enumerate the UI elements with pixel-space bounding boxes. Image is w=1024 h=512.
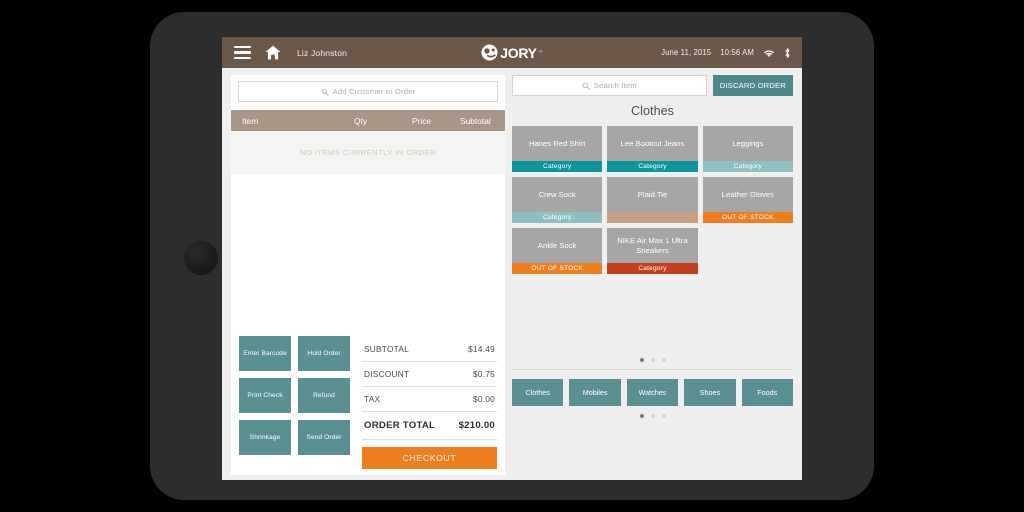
order-action-buttons: Enter BarcodeHold OrderPrint CheckRefund… xyxy=(239,336,350,469)
bluetooth-icon[interactable] xyxy=(784,47,791,59)
search-item-placeholder: Search Item xyxy=(594,81,637,90)
pagination-dot[interactable] xyxy=(640,358,644,362)
checkout-button[interactable]: CHECKOUT xyxy=(362,447,497,469)
category-tab[interactable]: Clothes xyxy=(512,379,563,406)
user-name: Liz Johnston xyxy=(297,48,347,58)
category-pagination xyxy=(512,414,793,418)
discard-order-button[interactable]: DISCARD ORDER xyxy=(713,75,793,96)
product-tile[interactable]: Lee Bootcut JeansCategory xyxy=(607,126,697,172)
total-label: TAX xyxy=(364,394,380,404)
product-pagination xyxy=(512,358,793,362)
catalog-panel: Search Item DISCARD ORDER Clothes Hanes … xyxy=(512,75,793,475)
product-tile[interactable]: Crew SockCategory xyxy=(512,177,602,223)
order-total-row: ORDER TOTAL $210.00 xyxy=(362,412,497,440)
catalog-toolbar: Search Item DISCARD ORDER xyxy=(512,75,793,96)
order-items-list xyxy=(231,174,505,282)
app-content: Add Customer to Order Item Qty Price Sub… xyxy=(222,68,802,480)
pagination-dot[interactable] xyxy=(662,358,666,362)
pagination-dot[interactable] xyxy=(651,358,655,362)
pagination-dot[interactable] xyxy=(662,414,666,418)
product-tile[interactable]: Hanes Red ShirtCategory xyxy=(512,126,602,172)
total-label: SUBTOTAL xyxy=(364,344,409,354)
product-name: Leggings xyxy=(703,126,793,161)
search-icon xyxy=(321,88,329,96)
wifi-icon[interactable] xyxy=(763,48,775,58)
search-item-input[interactable]: Search Item xyxy=(512,75,707,96)
pagination-dot[interactable] xyxy=(651,414,655,418)
category-title: Clothes xyxy=(512,104,793,118)
product-tile[interactable]: Leather GlovesOUT OF STOCK xyxy=(703,177,793,223)
home-icon[interactable] xyxy=(265,45,281,60)
order-action-button[interactable]: Hold Order xyxy=(298,336,350,371)
tablet-screen: Liz Johnston JORY ™ June 11, 2015 10:56 … xyxy=(222,37,802,480)
product-name: Hanes Red Shirt xyxy=(512,126,602,161)
tablet-device: Liz Johnston JORY ™ June 11, 2015 10:56 … xyxy=(150,12,874,500)
hamburger-icon[interactable] xyxy=(234,46,251,59)
jory-logo-icon xyxy=(481,44,498,61)
brand-name: JORY xyxy=(500,45,536,61)
order-table-header: Item Qty Price Subtotal xyxy=(231,110,505,131)
product-category-badge: Category xyxy=(607,263,697,274)
pagination-dot[interactable] xyxy=(640,414,644,418)
order-total-label: ORDER TOTAL xyxy=(364,420,435,431)
app-header: Liz Johnston JORY ™ June 11, 2015 10:56 … xyxy=(222,37,802,68)
product-name: Plaid Tie xyxy=(607,177,697,212)
product-name: Ankle Sock xyxy=(512,228,602,263)
product-name: Lee Bootcut Jeans xyxy=(607,126,697,161)
order-action-button[interactable]: Send Order xyxy=(298,420,350,455)
add-customer-placeholder: Add Customer to Order xyxy=(333,87,416,96)
column-header-qty: Qty xyxy=(354,116,412,126)
product-category-badge xyxy=(607,212,697,223)
category-tab[interactable]: Shoes xyxy=(684,379,735,406)
product-category-badge: Category xyxy=(512,212,602,223)
product-stock-badge: OUT OF STOCK xyxy=(703,212,793,223)
total-label: DISCOUNT xyxy=(364,369,409,379)
order-totals: SUBTOTAL $14.49 DISCOUNT $0.75 TAX $0.00 ORDE… xyxy=(362,336,497,469)
category-tab[interactable]: Watches xyxy=(627,379,678,406)
device-home-button[interactable] xyxy=(184,241,218,275)
product-category-badge: Category xyxy=(512,161,602,172)
product-name: NIKE Air Max 1 Ultra Sneakers xyxy=(607,228,697,263)
order-action-button[interactable]: Refund xyxy=(298,378,350,413)
total-row: DISCOUNT $0.75 xyxy=(362,362,497,387)
product-tile[interactable]: Ankle SockOUT OF STOCK xyxy=(512,228,602,274)
order-action-button[interactable]: Enter Barcode xyxy=(239,336,291,371)
category-tabs: ClothesMobiles WatchesShoes Foods xyxy=(512,379,793,406)
status-area: June 11, 2015 10:56 AM xyxy=(661,47,791,59)
product-category-badge: Category xyxy=(607,161,697,172)
catalog-divider xyxy=(512,369,793,370)
total-row: SUBTOTAL $14.49 xyxy=(362,337,497,362)
total-row: TAX $0.00 xyxy=(362,387,497,412)
order-total-value: $210.00 xyxy=(459,420,495,431)
product-tile[interactable]: NIKE Air Max 1 Ultra SneakersCategory xyxy=(607,228,697,274)
header-date: June 11, 2015 xyxy=(661,48,711,57)
product-category-badge: Category xyxy=(703,161,793,172)
order-action-button[interactable]: Shrinkage xyxy=(239,420,291,455)
total-value: $0.75 xyxy=(473,369,495,379)
total-value: $0.00 xyxy=(473,394,495,404)
column-header-subtotal: Subtotal xyxy=(460,116,505,126)
order-footer: Enter BarcodeHold OrderPrint CheckRefund… xyxy=(231,336,505,469)
product-stock-badge: OUT OF STOCK xyxy=(512,263,602,274)
add-customer-input[interactable]: Add Customer to Order xyxy=(238,81,498,102)
category-tab[interactable]: Foods xyxy=(742,379,793,406)
order-empty-message: NO ITEMS CURRENTLY IN ORDER xyxy=(231,131,505,174)
header-time: 10:56 AM xyxy=(720,48,754,57)
product-name: Leather Gloves xyxy=(703,177,793,212)
product-grid: Hanes Red ShirtCategoryLee Bootcut Jeans… xyxy=(512,126,793,274)
product-tile[interactable]: Plaid Tie xyxy=(607,177,697,223)
product-name: Crew Sock xyxy=(512,177,602,212)
order-panel: Add Customer to Order Item Qty Price Sub… xyxy=(231,75,505,475)
order-action-button[interactable]: Print Check xyxy=(239,378,291,413)
total-value: $14.49 xyxy=(468,344,495,354)
search-icon xyxy=(582,82,590,90)
category-tab[interactable]: Mobiles xyxy=(569,379,620,406)
product-tile[interactable]: LeggingsCategory xyxy=(703,126,793,172)
column-header-price: Price xyxy=(412,116,460,126)
column-header-item: Item xyxy=(231,116,354,126)
totals-rows: SUBTOTAL $14.49 DISCOUNT $0.75 TAX $0.00 xyxy=(362,337,497,412)
trademark-symbol: ™ xyxy=(538,50,543,56)
